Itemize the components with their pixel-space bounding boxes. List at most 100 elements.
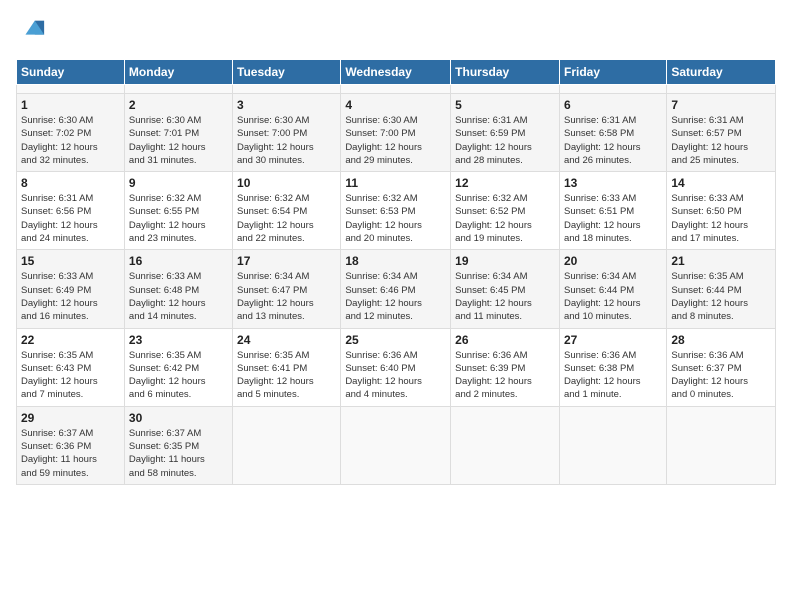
day-info: Sunrise: 6:33 AM Sunset: 6:49 PM Dayligh…	[21, 270, 120, 323]
day-info: Sunrise: 6:36 AM Sunset: 6:37 PM Dayligh…	[671, 349, 771, 402]
day-number: 24	[237, 333, 336, 347]
day-info: Sunrise: 6:32 AM Sunset: 6:53 PM Dayligh…	[345, 192, 446, 245]
calendar-cell: 22 Sunrise: 6:35 AM Sunset: 6:43 PM Dayli…	[17, 328, 125, 406]
calendar-col-wednesday: Wednesday	[341, 60, 451, 85]
calendar-col-saturday: Saturday	[667, 60, 776, 85]
calendar-col-monday: Monday	[124, 60, 232, 85]
calendar-col-friday: Friday	[559, 60, 666, 85]
day-number: 4	[345, 98, 446, 112]
calendar-cell: 9Sunrise: 6:32 AM Sunset: 6:55 PM Daylig…	[124, 172, 232, 250]
calendar-cell: 16 Sunrise: 6:33 AM Sunset: 6:48 PM Dayli…	[124, 250, 232, 328]
calendar-cell	[233, 406, 341, 484]
day-info: Sunrise: 6:34 AM Sunset: 6:44 PM Dayligh…	[564, 270, 662, 323]
day-info: Sunrise: 6:37 AM Sunset: 6:36 PM Dayligh…	[21, 427, 120, 480]
day-number: 3	[237, 98, 336, 112]
day-info: Sunrise: 6:31 AM Sunset: 6:56 PM Dayligh…	[21, 192, 120, 245]
day-number: 8	[21, 176, 120, 190]
page: SundayMondayTuesdayWednesdayThursdayFrid…	[0, 0, 792, 612]
day-info: Sunrise: 6:35 AM Sunset: 6:44 PM Dayligh…	[671, 270, 771, 323]
calendar: SundayMondayTuesdayWednesdayThursdayFrid…	[16, 59, 776, 485]
day-info: Sunrise: 6:34 AM Sunset: 6:45 PM Dayligh…	[455, 270, 555, 323]
day-number: 1	[21, 98, 120, 112]
day-info: Sunrise: 6:32 AM Sunset: 6:55 PM Dayligh…	[129, 192, 228, 245]
calendar-cell	[233, 85, 341, 94]
calendar-cell: 5Sunrise: 6:31 AM Sunset: 6:59 PM Daylig…	[451, 94, 560, 172]
day-info: Sunrise: 6:32 AM Sunset: 6:52 PM Dayligh…	[455, 192, 555, 245]
day-number: 29	[21, 411, 120, 425]
day-number: 15	[21, 254, 120, 268]
calendar-cell	[124, 85, 232, 94]
day-number: 28	[671, 333, 771, 347]
calendar-cell: 21 Sunrise: 6:35 AM Sunset: 6:44 PM Dayli…	[667, 250, 776, 328]
calendar-cell: 8 Sunrise: 6:31 AM Sunset: 6:56 PM Daylig…	[17, 172, 125, 250]
calendar-cell: 14 Sunrise: 6:33 AM Sunset: 6:50 PM Dayli…	[667, 172, 776, 250]
day-info: Sunrise: 6:31 AM Sunset: 6:57 PM Dayligh…	[671, 114, 771, 167]
calendar-cell: 18 Sunrise: 6:34 AM Sunset: 6:46 PM Dayli…	[341, 250, 451, 328]
calendar-week-row: 29 Sunrise: 6:37 AM Sunset: 6:36 PM Dayli…	[17, 406, 776, 484]
day-info: Sunrise: 6:33 AM Sunset: 6:48 PM Dayligh…	[129, 270, 228, 323]
calendar-cell	[559, 406, 666, 484]
day-number: 14	[671, 176, 771, 190]
calendar-col-thursday: Thursday	[451, 60, 560, 85]
day-number: 19	[455, 254, 555, 268]
day-info: Sunrise: 6:36 AM Sunset: 6:39 PM Dayligh…	[455, 349, 555, 402]
day-number: 2	[129, 98, 228, 112]
calendar-cell	[451, 85, 560, 94]
day-number: 23	[129, 333, 228, 347]
calendar-cell: 2Sunrise: 6:30 AM Sunset: 7:01 PM Daylig…	[124, 94, 232, 172]
day-number: 18	[345, 254, 446, 268]
calendar-cell: 26Sunrise: 6:36 AM Sunset: 6:39 PM Dayli…	[451, 328, 560, 406]
calendar-cell: 10 Sunrise: 6:32 AM Sunset: 6:54 PM Dayli…	[233, 172, 341, 250]
day-info: Sunrise: 6:30 AM Sunset: 7:00 PM Dayligh…	[345, 114, 446, 167]
day-number: 5	[455, 98, 555, 112]
day-number: 30	[129, 411, 228, 425]
calendar-cell	[559, 85, 666, 94]
logo-icon	[18, 16, 46, 44]
calendar-cell: 13Sunrise: 6:33 AM Sunset: 6:51 PM Dayli…	[559, 172, 666, 250]
day-number: 21	[671, 254, 771, 268]
day-info: Sunrise: 6:36 AM Sunset: 6:38 PM Dayligh…	[564, 349, 662, 402]
day-number: 17	[237, 254, 336, 268]
calendar-col-tuesday: Tuesday	[233, 60, 341, 85]
calendar-cell	[667, 85, 776, 94]
day-number: 13	[564, 176, 662, 190]
calendar-week-row: 15 Sunrise: 6:33 AM Sunset: 6:49 PM Dayli…	[17, 250, 776, 328]
day-info: Sunrise: 6:34 AM Sunset: 6:46 PM Dayligh…	[345, 270, 446, 323]
logo	[16, 16, 46, 49]
calendar-cell	[451, 406, 560, 484]
calendar-cell: 11 Sunrise: 6:32 AM Sunset: 6:53 PM Dayli…	[341, 172, 451, 250]
calendar-cell	[667, 406, 776, 484]
day-number: 7	[671, 98, 771, 112]
calendar-cell: 7 Sunrise: 6:31 AM Sunset: 6:57 PM Daylig…	[667, 94, 776, 172]
day-info: Sunrise: 6:35 AM Sunset: 6:43 PM Dayligh…	[21, 349, 120, 402]
calendar-cell: 15 Sunrise: 6:33 AM Sunset: 6:49 PM Dayli…	[17, 250, 125, 328]
calendar-cell: 12 Sunrise: 6:32 AM Sunset: 6:52 PM Dayli…	[451, 172, 560, 250]
calendar-cell: 4 Sunrise: 6:30 AM Sunset: 7:00 PM Daylig…	[341, 94, 451, 172]
calendar-cell	[341, 406, 451, 484]
calendar-cell: 20 Sunrise: 6:34 AM Sunset: 6:44 PM Dayli…	[559, 250, 666, 328]
calendar-cell: 29 Sunrise: 6:37 AM Sunset: 6:36 PM Dayli…	[17, 406, 125, 484]
day-number: 25	[345, 333, 446, 347]
day-info: Sunrise: 6:33 AM Sunset: 6:50 PM Dayligh…	[671, 192, 771, 245]
calendar-cell: 17 Sunrise: 6:34 AM Sunset: 6:47 PM Dayli…	[233, 250, 341, 328]
calendar-col-sunday: Sunday	[17, 60, 125, 85]
day-number: 12	[455, 176, 555, 190]
day-info: Sunrise: 6:32 AM Sunset: 6:54 PM Dayligh…	[237, 192, 336, 245]
day-number: 10	[237, 176, 336, 190]
calendar-cell: 28 Sunrise: 6:36 AM Sunset: 6:37 PM Dayli…	[667, 328, 776, 406]
calendar-cell: 3Sunrise: 6:30 AM Sunset: 7:00 PM Daylig…	[233, 94, 341, 172]
calendar-cell	[341, 85, 451, 94]
day-number: 22	[21, 333, 120, 347]
day-info: Sunrise: 6:31 AM Sunset: 6:58 PM Dayligh…	[564, 114, 662, 167]
day-number: 27	[564, 333, 662, 347]
day-info: Sunrise: 6:35 AM Sunset: 6:42 PM Dayligh…	[129, 349, 228, 402]
day-info: Sunrise: 6:34 AM Sunset: 6:47 PM Dayligh…	[237, 270, 336, 323]
calendar-cell: 19 Sunrise: 6:34 AM Sunset: 6:45 PM Dayli…	[451, 250, 560, 328]
day-number: 16	[129, 254, 228, 268]
day-number: 11	[345, 176, 446, 190]
calendar-week-row: 8 Sunrise: 6:31 AM Sunset: 6:56 PM Daylig…	[17, 172, 776, 250]
calendar-cell: 6Sunrise: 6:31 AM Sunset: 6:58 PM Daylig…	[559, 94, 666, 172]
calendar-week-row: 1Sunrise: 6:30 AM Sunset: 7:02 PM Daylig…	[17, 94, 776, 172]
calendar-cell: 27 Sunrise: 6:36 AM Sunset: 6:38 PM Dayli…	[559, 328, 666, 406]
day-number: 20	[564, 254, 662, 268]
